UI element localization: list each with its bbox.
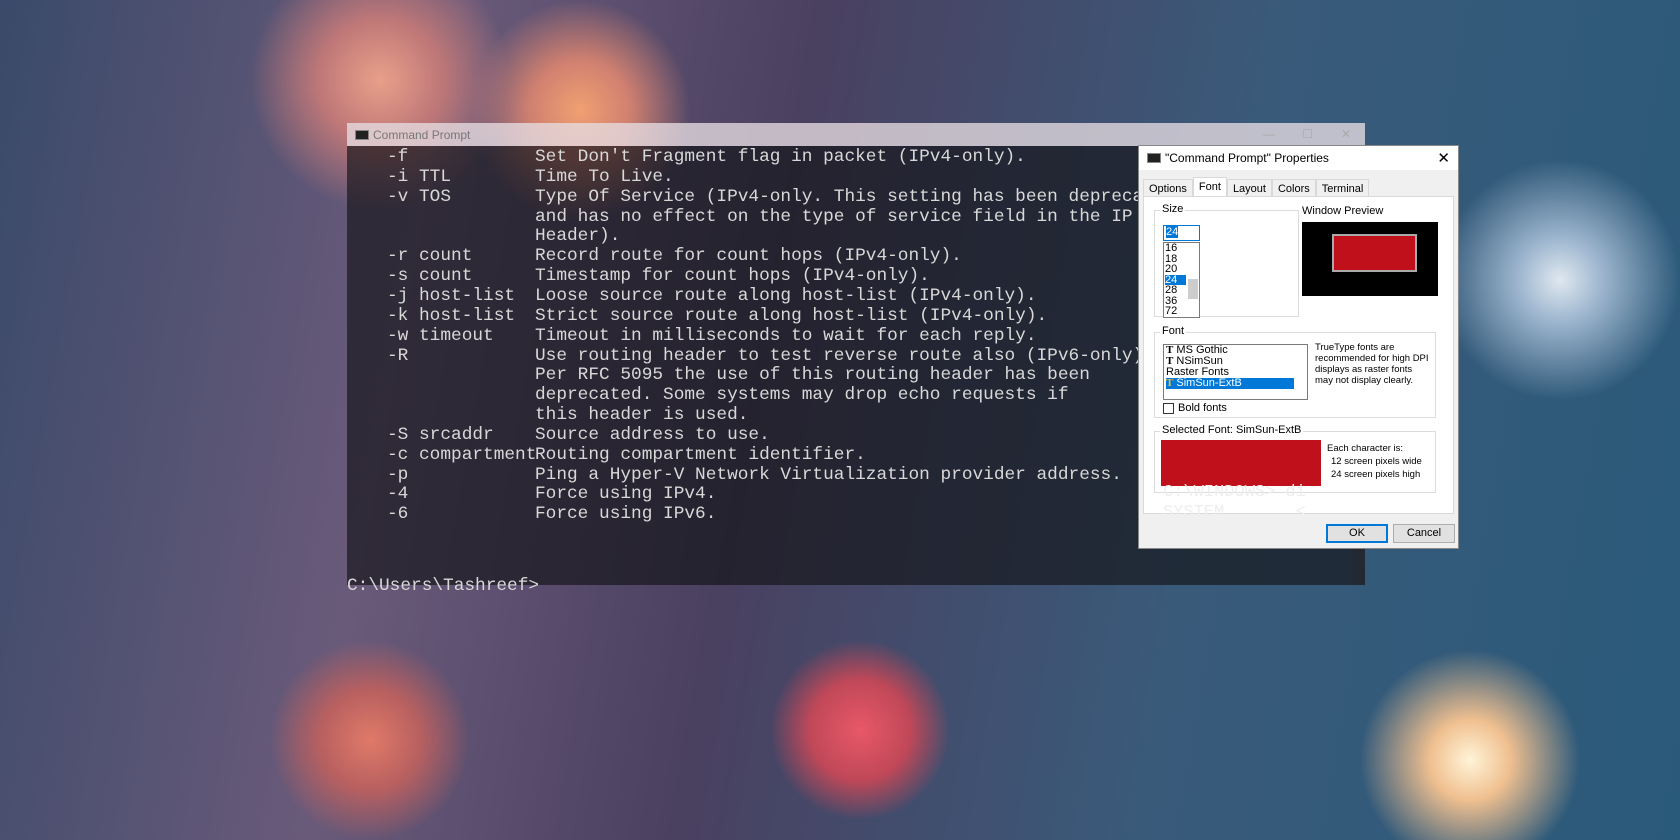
ok-button[interactable]: OK	[1326, 524, 1388, 543]
title-bar[interactable]: Command Prompt — ☐ ✕	[347, 123, 1365, 146]
option-description: Record route for count hops (IPv4-only).	[535, 246, 962, 267]
option-description: Strict source route along host-list (IPv…	[535, 305, 1048, 326]
prompt: C:\Users\Tashreef>	[347, 576, 540, 596]
close-icon[interactable]: ✕	[1437, 149, 1450, 167]
size-group: Size 24 16 18 20 24 28 36 72	[1154, 203, 1299, 318]
option-flag: -c compartment	[387, 444, 537, 465]
font-sample: C:\WINDOWS> di SYSTEM <	[1161, 440, 1321, 522]
option-description: Type Of Service (IPv4-only. This setting…	[535, 186, 1176, 207]
cancel-button[interactable]: Cancel	[1393, 524, 1455, 543]
option-flag: -R	[387, 345, 409, 366]
option-description: this header is used.	[535, 405, 749, 426]
option-flag: -w timeout	[387, 325, 494, 346]
cmd-icon	[355, 129, 369, 140]
tab-font[interactable]: Font	[1192, 177, 1227, 198]
option-description: Source address to use.	[535, 424, 770, 445]
option-description: Header).	[535, 226, 621, 247]
option-description: Set Don't Fragment flag in packet (IPv4-…	[535, 147, 1026, 167]
font-note: TrueType fonts are recommended for high …	[1315, 342, 1429, 386]
option-description: Use routing header to test reverse route…	[535, 345, 1154, 366]
maximize-button[interactable]: ☐	[1302, 127, 1313, 141]
option-flag: -i TTL	[387, 166, 452, 187]
option-flag: -k host-list	[387, 305, 516, 326]
dialog-title-bar: "Command Prompt" Properties ✕	[1139, 146, 1458, 170]
font-label: Font	[1160, 325, 1187, 337]
font-list[interactable]: T MS Gothic T NSimSun Raster Fonts T Sim…	[1163, 344, 1308, 400]
window-title: Command Prompt	[373, 127, 471, 142]
option-description: and has no effect on the type of service…	[535, 206, 1133, 227]
option-flag: -4	[387, 484, 409, 505]
option-description: Per RFC 5095 the use of this routing hea…	[535, 365, 1090, 386]
size-list[interactable]: 16 18 20 24 28 36 72	[1163, 242, 1200, 318]
window-preview	[1302, 222, 1438, 296]
option-flag: -6	[387, 504, 409, 525]
scrollbar[interactable]	[1188, 279, 1198, 299]
option-description: Time To Live.	[535, 166, 674, 187]
size-option[interactable]: 16	[1165, 243, 1199, 254]
option-flag: -s count	[387, 266, 473, 287]
dialog-title: "Command Prompt" Properties	[1165, 151, 1329, 165]
selected-font-label: Selected Font: SimSun-ExtB	[1160, 424, 1304, 436]
font-option-selected[interactable]: T SimSun-ExtB	[1166, 378, 1294, 389]
option-description: Force using IPv4.	[535, 484, 717, 505]
option-description: Timestamp for count hops (IPv4-only).	[535, 266, 930, 287]
option-description: Ping a Hyper-V Network Virtualization pr…	[535, 464, 1122, 485]
option-flag: -v TOS	[387, 186, 452, 207]
cmd-icon	[1147, 153, 1161, 163]
bold-fonts-checkbox[interactable]: Bold fonts	[1163, 402, 1227, 414]
option-description: deprecated. Some systems may drop echo r…	[535, 385, 1069, 406]
option-flag: -f	[387, 147, 409, 167]
minimize-button[interactable]: —	[1263, 127, 1275, 141]
size-option[interactable]: 72	[1165, 306, 1199, 317]
size-option[interactable]: 20	[1165, 264, 1199, 275]
option-flag: -p	[387, 464, 409, 485]
option-flag: -S srcaddr	[387, 424, 494, 445]
font-group: Font T MS Gothic T NSimSun Raster Fonts …	[1154, 325, 1436, 418]
char-size-info: Each character is: 12 screen pixels wide…	[1327, 443, 1422, 480]
sample-line-2: SYSTEM <	[1163, 503, 1306, 522]
size-label: Size	[1160, 203, 1186, 215]
option-description: Force using IPv6.	[535, 504, 717, 525]
properties-dialog: "Command Prompt" Properties ✕ Options Fo…	[1138, 145, 1459, 549]
option-description: Timeout in milliseconds to wait for each…	[535, 325, 1037, 346]
sample-line-1: C:\WINDOWS> di	[1163, 483, 1306, 502]
option-flag: -j host-list	[387, 285, 516, 306]
size-input[interactable]: 24	[1163, 225, 1200, 241]
close-button[interactable]: ✕	[1341, 127, 1351, 141]
option-description: Loose source route along host-list (IPv4…	[535, 285, 1037, 306]
option-description: Routing compartment identifier.	[535, 444, 866, 465]
selected-font-group: Selected Font: SimSun-ExtB C:\WINDOWS> d…	[1154, 424, 1436, 522]
preview-label: Window Preview	[1302, 205, 1384, 217]
option-flag: -r count	[387, 246, 473, 267]
